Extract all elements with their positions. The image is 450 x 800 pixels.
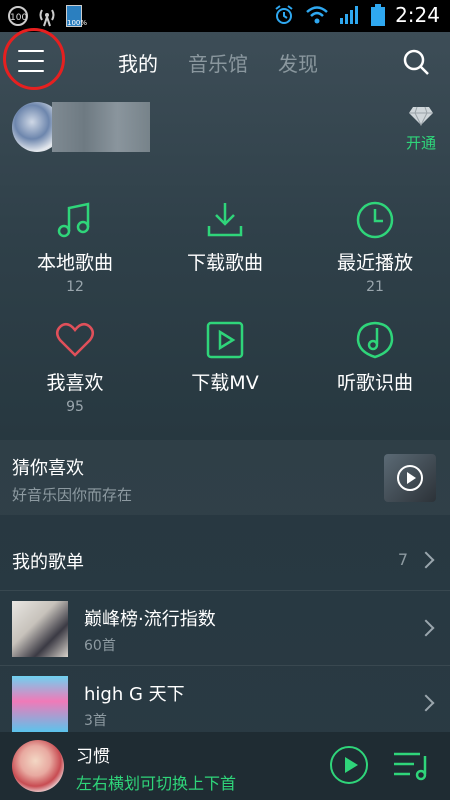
song-recognition-item[interactable]: 听歌识曲 [300,320,450,399]
my-playlists-count: 7 [397,550,408,569]
status-bar: 100 100% 2:24 [0,0,450,32]
alarm-icon [275,5,293,24]
clock-icon [356,201,394,239]
heart-icon [56,322,94,357]
favorites-item[interactable]: 我喜欢 95 [0,320,150,415]
guess-subtitle: 好音乐因你而存在 [12,486,133,504]
main-tabs: 我的 音乐馆 发现 [118,48,318,77]
search-icon[interactable] [402,48,430,76]
playlist-queue-icon[interactable] [392,750,432,782]
playlist-song-count: 60首 [84,638,116,654]
playlist-row[interactable]: high G 天下 3首 [0,666,450,741]
clock-time: 2:24 [395,3,440,27]
download-mv-item[interactable]: 下载MV [150,320,300,399]
download-mv-label: 下载MV [191,372,259,394]
my-playlists-title: 我的歌单 [12,552,84,573]
local-songs-count: 12 [66,279,84,295]
mini-player[interactable]: 习惯 左右横划可切换上下首 [0,732,450,800]
cell-signal-icon [340,6,359,24]
wifi-icon [306,6,328,24]
battery-icon [371,4,386,26]
play-circle-icon [397,465,423,491]
vip-label: 开通 [405,134,436,152]
chevron-right-icon [417,694,435,712]
favorites-count: 95 [66,399,84,415]
menu-icon[interactable] [18,50,44,72]
tab-music-hall[interactable]: 音乐馆 [188,48,248,77]
recent-played-count: 21 [366,279,384,295]
download-icon [207,203,243,237]
guess-you-like-card[interactable]: 猜你喜欢 好音乐因你而存在 [0,440,450,515]
diamond-icon [408,106,433,127]
playlist-song-count: 3首 [84,713,107,729]
music-note-icon [57,202,90,238]
tab-mine[interactable]: 我的 [118,48,158,77]
quick-actions-grid: 本地歌曲 12 下载歌曲 最近播放 21 我喜欢 95 下载MV 听歌识曲 [0,175,450,430]
local-songs-label: 本地歌曲 [36,252,113,274]
recent-played-item[interactable]: 最近播放 21 [300,200,450,295]
chevron-right-icon [417,619,435,637]
notification-badge-icon: 100 [8,6,28,26]
signal-broadcast-icon [39,9,55,27]
my-playlists-header[interactable]: 我的歌单 7 [0,530,450,591]
playlist-name: 巅峰榜·流行指数 [84,609,216,630]
vip-open-button[interactable]: 开通 [406,106,436,153]
downloaded-songs-label: 下载歌曲 [186,252,263,274]
downloaded-songs-item[interactable]: 下载歌曲 [150,200,300,279]
playlist-cover [12,676,68,732]
now-playing-title: 习惯 [76,747,110,767]
guess-title: 猜你喜欢 [12,458,84,479]
now-playing-cover[interactable] [12,740,64,792]
blurred-username[interactable] [52,102,150,152]
chevron-right-icon [417,551,435,569]
play-button[interactable] [330,746,368,784]
profile-section: 开通 [0,94,450,162]
recent-played-label: 最近播放 [336,252,413,274]
playlist-row[interactable]: 巅峰榜·流行指数 60首 [0,591,450,666]
mv-play-icon [206,321,244,359]
local-songs-item[interactable]: 本地歌曲 12 [0,200,150,295]
song-recognition-label: 听歌识曲 [336,372,413,394]
swipe-hint: 左右横划可切换上下首 [76,774,237,793]
guess-play-thumbnail[interactable] [384,454,436,502]
playlist-name: high G 天下 [84,684,185,705]
top-bar: 我的 音乐馆 发现 [0,28,450,94]
favorites-label: 我喜欢 [46,372,104,394]
battery-small-icon: 100% [66,5,87,27]
tab-discover[interactable]: 发现 [278,48,318,77]
recognize-icon [356,321,394,359]
playlist-cover [12,601,68,657]
